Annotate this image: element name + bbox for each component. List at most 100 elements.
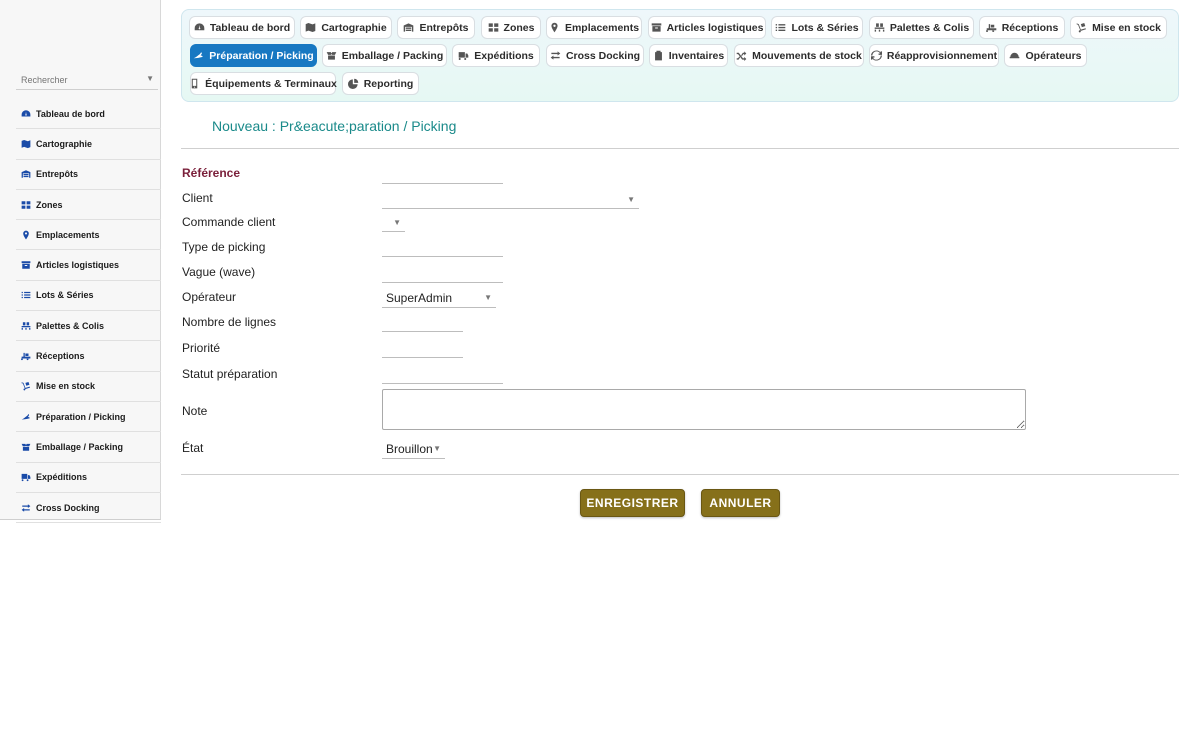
line-count-input[interactable]	[382, 316, 463, 332]
sidebar-item-label: Tableau de bord	[36, 108, 105, 119]
sidebar-item-label: Zones	[36, 199, 63, 210]
note-textarea[interactable]	[382, 389, 1026, 430]
client-label: Client	[182, 191, 213, 205]
sidebar-item-putaway[interactable]: Mise en stock	[16, 372, 161, 402]
random-icon	[736, 50, 747, 61]
archive-icon	[16, 260, 36, 270]
pallet-icon	[874, 22, 885, 33]
tab-lots[interactable]: Lots & Séries	[771, 16, 863, 39]
tab-zones[interactable]: Zones	[481, 16, 541, 39]
sidebar-item-label: Cartographie	[36, 138, 93, 149]
tab-label: Préparation / Picking	[209, 49, 314, 62]
tab-label: Cross Docking	[565, 49, 641, 62]
tab-stock-movements[interactable]: Mouvements de stock	[734, 44, 864, 67]
operator-select[interactable]: SuperAdmin ▼	[382, 288, 496, 308]
tab-label: Emballage / Packing	[341, 49, 444, 62]
sidebar-item-zones[interactable]: Zones	[16, 190, 161, 221]
grid-icon	[16, 200, 36, 210]
sidebar-search[interactable]: ▼	[16, 70, 158, 90]
tab-cartography[interactable]: Cartographie	[300, 16, 392, 39]
state-value: Brouillon	[386, 441, 433, 456]
tab-label: Mise en stock	[1092, 21, 1161, 34]
tab-receptions[interactable]: Réceptions	[979, 16, 1065, 39]
sidebar-item-label: Emballage / Packing	[36, 441, 124, 452]
tab-cross-docking[interactable]: Cross Docking	[546, 44, 644, 67]
sidebar-item-label: Réceptions	[36, 351, 85, 362]
sidebar-item-locations[interactable]: Emplacements	[16, 220, 161, 251]
picking-type-input[interactable]	[382, 241, 503, 257]
tab-label: Opérateurs	[1025, 49, 1082, 62]
customer-order-select[interactable]: ▼	[382, 213, 405, 232]
prep-status-input[interactable]	[382, 368, 503, 384]
tab-warehouses[interactable]: Entrepôts	[397, 16, 475, 39]
list-icon	[775, 22, 786, 33]
wave-input[interactable]	[382, 267, 503, 283]
tab-label: Cartographie	[321, 21, 387, 34]
operator-label: Opérateur	[182, 290, 237, 304]
grid-icon	[488, 22, 499, 33]
cancel-button[interactable]: ANNULER	[701, 489, 780, 517]
state-label: État	[182, 441, 204, 455]
sidebar-item-label: Mise en stock	[36, 381, 96, 392]
line-count-label: Nombre de lignes	[182, 315, 277, 329]
page-title: Nouveau : Pr&eacute;paration / Picking	[212, 118, 457, 134]
reference-input[interactable]	[382, 168, 503, 184]
tab-operators[interactable]: Opérateurs	[1004, 44, 1087, 67]
sidebar-item-receptions[interactable]: Réceptions	[16, 341, 161, 372]
priority-label: Priorité	[182, 341, 221, 355]
save-button[interactable]: ENREGISTRER	[580, 489, 685, 517]
tab-articles[interactable]: Articles logistiques	[648, 16, 766, 39]
sidebar-item-warehouses[interactable]: Entrepôts	[16, 160, 161, 190]
sidebar-item-dashboard[interactable]: Tableau de bord	[16, 99, 161, 130]
client-select[interactable]: ▼	[382, 190, 639, 209]
chevron-down-icon: ▼	[433, 444, 441, 453]
hard-hat-icon	[1009, 50, 1020, 61]
sidebar-item-articles[interactable]: Articles logistiques	[16, 250, 161, 281]
sidebar-menu: Tableau de bord Cartographie Entrepôts Z…	[16, 99, 161, 524]
tab-dashboard[interactable]: Tableau de bord	[189, 16, 295, 39]
sidebar-item-cartography[interactable]: Cartographie	[16, 129, 161, 160]
sidebar-item-shipments[interactable]: Expéditions	[16, 463, 161, 493]
tab-label: Tableau de bord	[209, 21, 291, 34]
reference-label: Référence	[182, 166, 241, 180]
truck-icon	[458, 50, 469, 61]
sidebar-item-picking[interactable]: Préparation / Picking	[16, 402, 161, 433]
tab-label: Palettes & Colis	[889, 21, 970, 34]
state-select[interactable]: Brouillon ▼	[382, 439, 445, 459]
tab-shipments[interactable]: Expéditions	[452, 44, 540, 67]
sidebar-item-label: Palettes & Colis	[36, 320, 105, 331]
tab-packing[interactable]: Emballage / Packing	[322, 44, 447, 67]
sidebar-item-label: Préparation / Picking	[36, 411, 126, 422]
tab-label: Entrepôts	[419, 21, 469, 34]
tab-inventories[interactable]: Inventaires	[649, 44, 728, 67]
tab-pallets[interactable]: Palettes & Colis	[869, 16, 974, 39]
tab-locations[interactable]: Emplacements	[546, 16, 642, 39]
sidebar-item-pallets[interactable]: Palettes & Colis	[16, 311, 161, 342]
sidebar-item-lots[interactable]: Lots & Séries	[16, 281, 161, 312]
chevron-down-icon: ▼	[393, 217, 401, 227]
tab-label: Réceptions	[1001, 21, 1059, 34]
sidebar-item-label: Entrepôts	[36, 169, 79, 180]
tab-label: Zones	[503, 21, 535, 34]
tab-replenishment[interactable]: Réapprovisionnement	[869, 44, 999, 67]
exchange-icon	[16, 503, 36, 513]
chevron-down-icon[interactable]: ▼	[146, 74, 154, 83]
operator-value: SuperAdmin	[386, 290, 453, 305]
sync-icon	[870, 50, 882, 61]
dashboard-icon	[194, 22, 205, 33]
sidebar: ▼ Tableau de bord Cartographie Entrepôts…	[0, 0, 161, 524]
tab-label: Mouvements de stock	[752, 49, 862, 62]
tab-reporting[interactable]: Reporting	[342, 72, 419, 95]
tab-label: Inventaires	[668, 49, 725, 62]
sidebar-item-packing[interactable]: Emballage / Packing	[16, 432, 161, 463]
sidebar-item-cross-docking[interactable]: Cross Docking	[16, 493, 161, 524]
tab-label: Lots & Séries	[791, 21, 859, 34]
search-input[interactable]	[16, 71, 136, 89]
tab-putaway[interactable]: Mise en stock	[1070, 16, 1167, 39]
pallet-icon	[16, 321, 36, 331]
tab-equipment[interactable]: Équipements & Terminaux	[190, 72, 337, 95]
note-label: Note	[182, 404, 208, 418]
tab-picking[interactable]: Préparation / Picking	[190, 44, 317, 67]
sidebar-item-label: Articles logistiques	[36, 260, 120, 271]
priority-input[interactable]	[382, 342, 463, 358]
